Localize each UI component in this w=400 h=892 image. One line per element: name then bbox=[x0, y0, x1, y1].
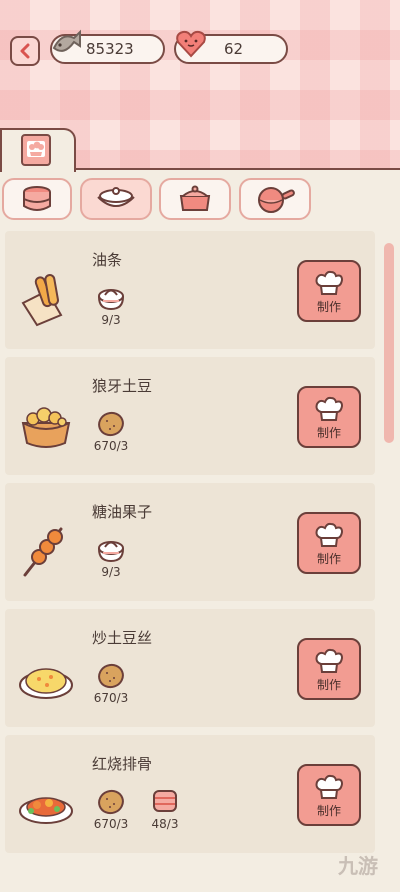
shredded-potato-icon bbox=[19, 668, 73, 699]
recipe-card: 狼牙土豆 670/3 制作 bbox=[5, 357, 375, 475]
watermark-text: 九游 bbox=[338, 854, 378, 878]
chef-hat-icon bbox=[315, 774, 344, 799]
fish-icon bbox=[52, 29, 81, 52]
heart-count: 62 bbox=[224, 40, 244, 58]
recipe-card: 糖油果子 9/3 制作 bbox=[5, 483, 375, 601]
youtiao-icon bbox=[21, 274, 63, 327]
filter-pan[interactable] bbox=[239, 178, 311, 220]
recipe-name: 狼牙土豆 bbox=[92, 377, 153, 395]
ingredient-count: 9/3 bbox=[101, 565, 121, 579]
panel-divider bbox=[74, 168, 400, 170]
make-button[interactable]: 制作 bbox=[297, 764, 361, 826]
make-label: 制作 bbox=[316, 426, 341, 440]
recipe-name: 油条 bbox=[92, 251, 123, 269]
make-button[interactable]: 制作 bbox=[297, 260, 361, 322]
pan-icon bbox=[258, 187, 295, 213]
watermark: 九游 bbox=[338, 850, 378, 879]
chef-hat-icon bbox=[315, 396, 344, 421]
make-button[interactable]: 制作 bbox=[297, 386, 361, 448]
recipe-book-icon bbox=[21, 134, 51, 166]
make-label: 制作 bbox=[316, 678, 341, 692]
heart-icon bbox=[176, 30, 206, 58]
make-label: 制作 bbox=[316, 300, 341, 314]
recipe-book-tab[interactable] bbox=[0, 128, 76, 172]
chef-hat-icon bbox=[315, 522, 344, 547]
heart-currency: 62 bbox=[174, 30, 288, 64]
recipe-card: 油条 9/3 制作 bbox=[5, 231, 375, 349]
flour-bag-icon bbox=[97, 541, 125, 563]
chef-hat-icon bbox=[315, 270, 344, 295]
meat-icon bbox=[153, 790, 177, 812]
recipe-card: 炒土豆丝 670/3 制作 bbox=[5, 609, 375, 727]
potato-icon bbox=[98, 411, 124, 437]
make-button[interactable]: 制作 bbox=[297, 512, 361, 574]
braised-ribs-icon bbox=[19, 797, 73, 824]
potato-icon bbox=[98, 789, 124, 815]
recipe-name: 炒土豆丝 bbox=[92, 629, 153, 647]
ingredient-count: 670/3 bbox=[93, 817, 129, 831]
filter-pot[interactable] bbox=[159, 178, 231, 220]
fish-currency: 85323 bbox=[50, 29, 165, 64]
recipe-name: 糖油果子 bbox=[92, 503, 153, 521]
ingredient: 670/3 bbox=[83, 409, 139, 453]
ingredient-count: 9/3 bbox=[101, 313, 121, 327]
ingredient-count: 670/3 bbox=[93, 439, 129, 453]
ingredient: 9/3 bbox=[83, 283, 139, 327]
stack-icon bbox=[23, 186, 51, 211]
potato-icon bbox=[98, 663, 124, 689]
scrollbar[interactable] bbox=[384, 243, 394, 443]
ingredient-count: 48/3 bbox=[151, 817, 179, 831]
filter-steamed-bun[interactable] bbox=[80, 178, 152, 220]
ingredient-count: 670/3 bbox=[93, 691, 129, 705]
make-label: 制作 bbox=[316, 804, 341, 818]
ingredient: 9/3 bbox=[83, 535, 139, 579]
flour-bag-icon bbox=[97, 289, 125, 311]
recipe-card: 红烧排骨 670/3 48/3 制作 bbox=[5, 735, 375, 853]
ingredient: 670/3 bbox=[83, 787, 139, 831]
chef-hat-icon bbox=[315, 648, 344, 673]
sugar-oil-fruit-icon bbox=[23, 527, 63, 577]
steamed-bun-icon bbox=[97, 187, 135, 207]
fish-count: 85323 bbox=[86, 40, 134, 58]
make-label: 制作 bbox=[316, 552, 341, 566]
recipe-name: 红烧排骨 bbox=[92, 755, 153, 773]
filter-stack[interactable] bbox=[2, 178, 72, 220]
filter-bar bbox=[0, 178, 400, 222]
potato-wedges-icon bbox=[21, 407, 71, 448]
make-button[interactable]: 制作 bbox=[297, 638, 361, 700]
ingredient: 48/3 bbox=[137, 787, 193, 831]
chevron-left-icon bbox=[20, 43, 30, 59]
back-button[interactable] bbox=[10, 36, 40, 66]
ingredient: 670/3 bbox=[83, 661, 139, 705]
pot-icon bbox=[179, 185, 211, 211]
